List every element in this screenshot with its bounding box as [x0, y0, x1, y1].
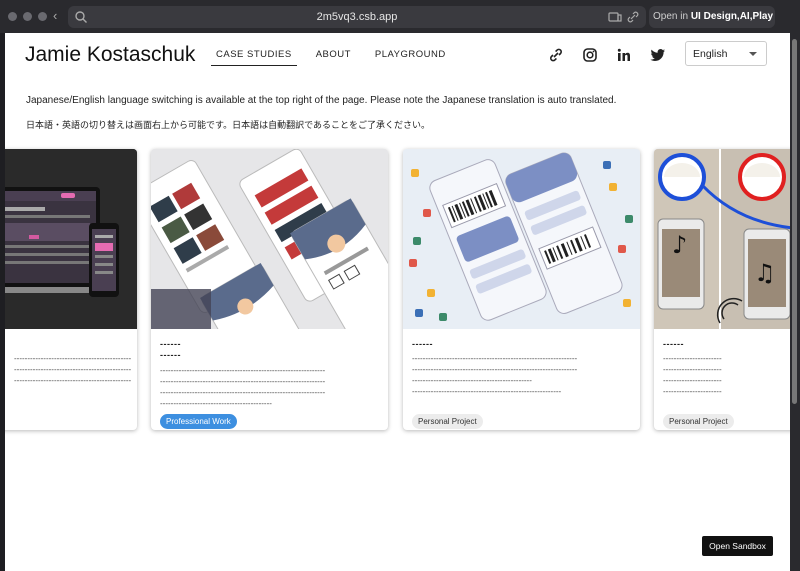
open-sandbox-button[interactable]: Open Sandbox [702, 536, 773, 556]
case-study-card[interactable]: ----------------------------------------… [5, 149, 137, 430]
instagram-icon[interactable] [582, 47, 598, 63]
window-controls [8, 12, 47, 21]
open-in-button[interactable]: Open in UI Design,AI,Play⌘O [649, 6, 775, 28]
open-in-prefix: Open in [653, 11, 691, 22]
card-title: ------ [663, 339, 684, 349]
svg-text:♪: ♪ [672, 231, 687, 259]
close-window-button[interactable] [8, 12, 17, 21]
card-title: ------ ------ [160, 339, 181, 360]
link-icon[interactable] [626, 10, 640, 24]
back-icon[interactable]: ‹ [53, 8, 57, 23]
card-description: ----------------------------------------… [160, 366, 326, 408]
language-notice-en: Japanese/English language switching is a… [26, 95, 617, 106]
card-thumbnail-barcode-app [403, 149, 640, 329]
card-thumbnail-laptop [5, 149, 137, 329]
language-notice-ja: 日本語・英語の切り替えは画面右上から可能です。日本語は自動翻訳であることをご了承… [26, 120, 431, 130]
address-bar[interactable]: 2m5vq3.csb.app [68, 6, 646, 28]
chevron-down-icon [749, 52, 757, 56]
badge-personal-project: Personal Project [663, 414, 734, 429]
devices-icon[interactable] [608, 10, 622, 24]
case-study-card[interactable]: ------ ------ --------------------------… [151, 149, 388, 430]
web-page: Jamie Kostaschuk CASE STUDIES ABOUT PLAY… [5, 33, 790, 571]
card-description: ----------------------------------------… [14, 354, 132, 385]
linkedin-icon[interactable] [616, 47, 632, 63]
url-text: 2m5vq3.csb.app [316, 11, 398, 23]
link-icon[interactable] [548, 47, 564, 63]
site-title[interactable]: Jamie Kostaschuk [25, 43, 195, 67]
case-study-card[interactable]: ♪ ♫ ------ ---------------------- ------… [654, 149, 790, 430]
language-value: English [693, 48, 728, 60]
twitter-icon[interactable] [650, 47, 666, 63]
nav-playground[interactable]: PLAYGROUND [370, 48, 451, 66]
open-in-target: UI Design,AI,Play [690, 11, 774, 22]
card-title: ------ [412, 339, 433, 349]
nav-about[interactable]: ABOUT [311, 48, 356, 66]
maximize-window-button[interactable] [38, 12, 47, 21]
case-study-card[interactable]: ------ ---------------------------------… [403, 149, 640, 430]
browser-toolbar: ‹ 2m5vq3.csb.app Open in UI Design,AI,Pl… [0, 0, 800, 33]
nav-case-studies[interactable]: CASE STUDIES [211, 48, 297, 66]
badge-personal-project: Personal Project [412, 414, 483, 429]
svg-text:♫: ♫ [754, 259, 776, 287]
card-description: ---------------------- -----------------… [663, 354, 722, 396]
minimize-window-button[interactable] [23, 12, 32, 21]
badge-professional-work: Professional Work [160, 414, 237, 429]
card-thumbnail-app-screens [151, 149, 388, 329]
main-nav: CASE STUDIES ABOUT PLAYGROUND [211, 48, 451, 66]
scrollbar-thumb[interactable] [792, 39, 797, 404]
card-thumbnail-music-lamp: ♪ ♫ [654, 149, 790, 329]
card-description: ----------------------------------------… [412, 354, 578, 396]
language-select[interactable]: English [685, 41, 767, 66]
scrollbar[interactable] [790, 33, 800, 571]
